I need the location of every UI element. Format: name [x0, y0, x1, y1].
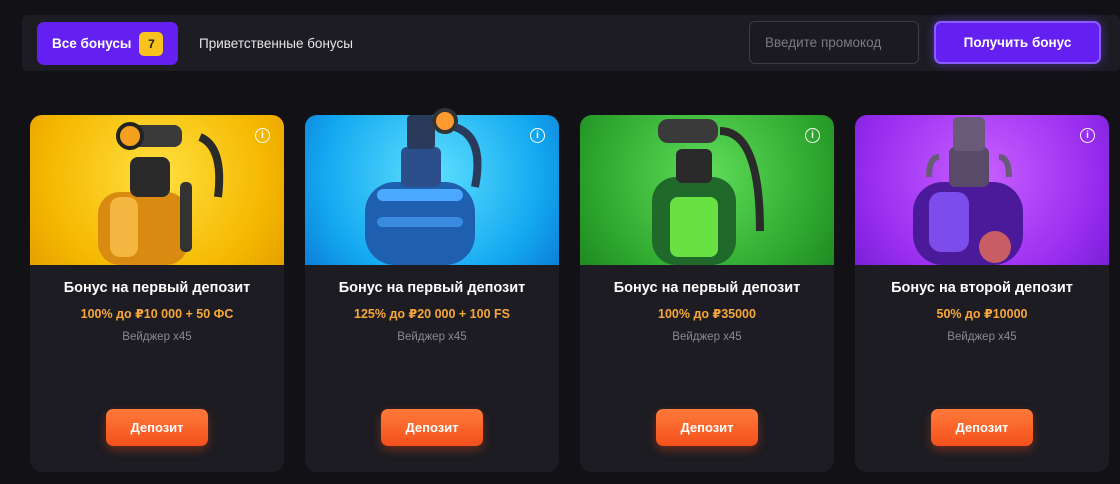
- bonus-card: i Бонус на первый депозит 125% до ₽20 00…: [305, 108, 559, 472]
- bonus-count-badge: 7: [139, 31, 164, 56]
- info-icon[interactable]: i: [530, 128, 545, 143]
- bonus-filter-bar: Все бонусы 7 Приветственные бонусы Получ…: [22, 15, 1120, 71]
- bonus-card: i Бонус на первый депозит 100% до ₽35000…: [580, 115, 834, 472]
- deposit-button[interactable]: Депозит: [381, 409, 483, 446]
- deposit-button[interactable]: Депозит: [656, 409, 758, 446]
- info-icon[interactable]: i: [255, 128, 270, 143]
- bonus-title: Бонус на первый депозит: [613, 280, 801, 296]
- info-icon[interactable]: i: [805, 128, 820, 143]
- bonus-card-image: i: [855, 115, 1109, 265]
- bonus-offer: 50% до ₽10000: [936, 307, 1028, 321]
- bonus-card-image: i: [305, 108, 559, 265]
- bonus-card: i Бонус на второй депозит 50% до ₽10000 …: [855, 115, 1109, 472]
- bonus-title: Бонус на первый депозит: [63, 280, 251, 296]
- bonus-card-image: i: [30, 115, 284, 265]
- bonus-title: Бонус на первый депозит: [338, 280, 526, 296]
- bonus-wager: Вейджер x45: [397, 331, 467, 343]
- tab-all-bonuses-label: Все бонусы: [52, 36, 132, 51]
- deposit-button[interactable]: Депозит: [931, 409, 1033, 446]
- bonus-offer: 100% до ₽35000: [658, 307, 756, 321]
- bonus-offer: 100% до ₽10 000 + 50 ФС: [80, 307, 234, 321]
- info-icon[interactable]: i: [1080, 128, 1095, 143]
- tab-all-bonuses[interactable]: Все бонусы 7: [37, 22, 178, 65]
- bonus-card-image: i: [580, 115, 834, 265]
- bonus-offer: 125% до ₽20 000 + 100 FS: [354, 307, 510, 321]
- bonus-wager: Вейджер x45: [122, 331, 192, 343]
- bonus-wager: Вейджер x45: [672, 331, 742, 343]
- get-bonus-button[interactable]: Получить бонус: [934, 21, 1101, 64]
- bonus-card: i Бонус на первый депозит 100% до ₽10 00…: [30, 115, 284, 472]
- blue-gas-tank-icon: [365, 108, 482, 265]
- yellow-gas-tank-icon: [98, 122, 224, 265]
- deposit-button[interactable]: Депозит: [106, 409, 208, 446]
- purple-gas-tank-icon: [913, 117, 1023, 265]
- tab-welcome-bonuses[interactable]: Приветственные бонусы: [199, 22, 353, 65]
- promo-code-input[interactable]: [749, 21, 919, 64]
- green-gas-tank-icon: [652, 119, 764, 265]
- bonus-wager: Вейджер x45: [947, 331, 1017, 343]
- bonus-title: Бонус на второй депозит: [891, 280, 1073, 296]
